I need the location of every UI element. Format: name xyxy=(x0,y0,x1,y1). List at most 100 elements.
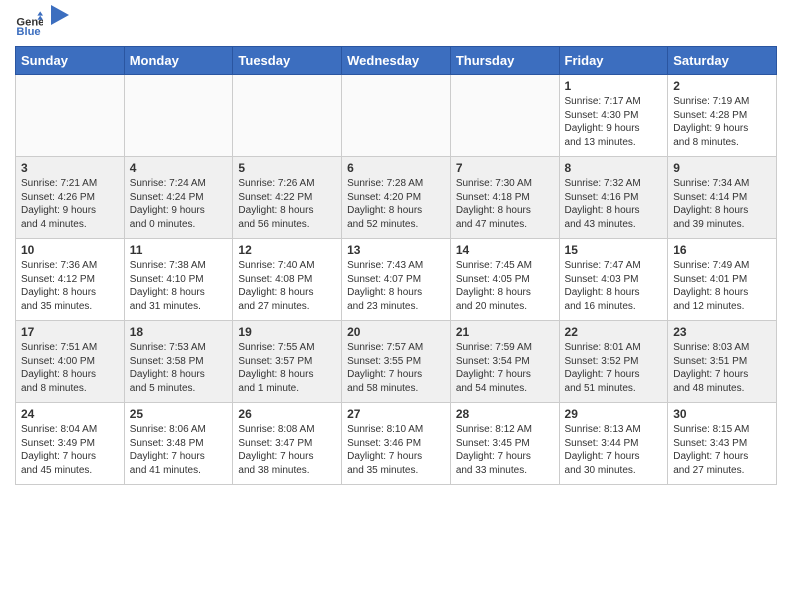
calendar-cell: 17 Sunrise: 7:51 AM Sunset: 4:00 PM Dayli… xyxy=(16,321,125,403)
calendar-cell xyxy=(233,75,342,157)
day-number: 8 xyxy=(565,161,663,175)
calendar-cell: 18 Sunrise: 7:53 AM Sunset: 3:58 PM Dayli… xyxy=(124,321,233,403)
calendar-cell xyxy=(450,75,559,157)
day-number: 17 xyxy=(21,325,119,339)
day-info: Sunrise: 8:12 AM Sunset: 3:45 PM Dayligh… xyxy=(456,423,554,477)
day-info: Sunrise: 7:17 AM Sunset: 4:30 PM Dayligh… xyxy=(565,95,663,149)
day-number: 21 xyxy=(456,325,554,339)
day-number: 27 xyxy=(347,407,445,421)
day-number: 25 xyxy=(130,407,228,421)
calendar-cell: 4Sunrise: 7:24 AM Sunset: 4:24 PM Daylig… xyxy=(124,157,233,239)
svg-text:Blue: Blue xyxy=(16,26,40,38)
day-number: 23 xyxy=(673,325,771,339)
day-number: 26 xyxy=(238,407,336,421)
day-number: 1 xyxy=(565,79,663,93)
calendar-cell: 1 Sunrise: 7:17 AM Sunset: 4:30 PM Daylig… xyxy=(559,75,668,157)
day-info: Sunrise: 7:40 AM Sunset: 4:08 PM Dayligh… xyxy=(238,259,336,313)
calendar-week-row: 1 Sunrise: 7:17 AM Sunset: 4:30 PM Daylig… xyxy=(16,75,777,157)
weekday-header-wednesday: Wednesday xyxy=(342,47,451,75)
calendar-week-row: 3Sunrise: 7:21 AM Sunset: 4:26 PM Daylig… xyxy=(16,157,777,239)
calendar-table: SundayMondayTuesdayWednesdayThursdayFrid… xyxy=(15,46,777,485)
day-number: 15 xyxy=(565,243,663,257)
day-info: Sunrise: 8:03 AM Sunset: 3:51 PM Dayligh… xyxy=(673,341,771,395)
calendar-cell: 29 Sunrise: 8:13 AM Sunset: 3:44 PM Dayli… xyxy=(559,403,668,485)
calendar-cell: 27 Sunrise: 8:10 AM Sunset: 3:46 PM Dayli… xyxy=(342,403,451,485)
calendar-cell: 2 Sunrise: 7:19 AM Sunset: 4:28 PM Daylig… xyxy=(668,75,777,157)
calendar-cell: 13Sunrise: 7:43 AM Sunset: 4:07 PM Dayli… xyxy=(342,239,451,321)
day-info: Sunrise: 7:28 AM Sunset: 4:20 PM Dayligh… xyxy=(347,177,445,231)
calendar-cell xyxy=(342,75,451,157)
day-info: Sunrise: 7:30 AM Sunset: 4:18 PM Dayligh… xyxy=(456,177,554,231)
day-number: 30 xyxy=(673,407,771,421)
logo: General Blue xyxy=(15,10,69,38)
day-info: Sunrise: 7:34 AM Sunset: 4:14 PM Dayligh… xyxy=(673,177,771,231)
day-info: Sunrise: 8:01 AM Sunset: 3:52 PM Dayligh… xyxy=(565,341,663,395)
day-number: 2 xyxy=(673,79,771,93)
day-info: Sunrise: 7:55 AM Sunset: 3:57 PM Dayligh… xyxy=(238,341,336,395)
weekday-header-sunday: Sunday xyxy=(16,47,125,75)
day-info: Sunrise: 7:51 AM Sunset: 4:00 PM Dayligh… xyxy=(21,341,119,395)
calendar-cell: 5 Sunrise: 7:26 AM Sunset: 4:22 PM Daylig… xyxy=(233,157,342,239)
day-number: 16 xyxy=(673,243,771,257)
weekday-header-monday: Monday xyxy=(124,47,233,75)
day-number: 9 xyxy=(673,161,771,175)
day-info: Sunrise: 8:04 AM Sunset: 3:49 PM Dayligh… xyxy=(21,423,119,477)
calendar-cell: 12 Sunrise: 7:40 AM Sunset: 4:08 PM Dayli… xyxy=(233,239,342,321)
calendar-cell: 19Sunrise: 7:55 AM Sunset: 3:57 PM Dayli… xyxy=(233,321,342,403)
calendar-cell xyxy=(124,75,233,157)
page-header: General Blue xyxy=(15,10,777,38)
day-info: Sunrise: 7:45 AM Sunset: 4:05 PM Dayligh… xyxy=(456,259,554,313)
day-number: 24 xyxy=(21,407,119,421)
calendar-cell: 30Sunrise: 8:15 AM Sunset: 3:43 PM Dayli… xyxy=(668,403,777,485)
day-number: 6 xyxy=(347,161,445,175)
day-info: Sunrise: 7:57 AM Sunset: 3:55 PM Dayligh… xyxy=(347,341,445,395)
day-info: Sunrise: 8:10 AM Sunset: 3:46 PM Dayligh… xyxy=(347,423,445,477)
calendar-cell: 26 Sunrise: 8:08 AM Sunset: 3:47 PM Dayli… xyxy=(233,403,342,485)
day-info: Sunrise: 8:06 AM Sunset: 3:48 PM Dayligh… xyxy=(130,423,228,477)
day-info: Sunrise: 7:53 AM Sunset: 3:58 PM Dayligh… xyxy=(130,341,228,395)
day-number: 12 xyxy=(238,243,336,257)
calendar-cell: 15 Sunrise: 7:47 AM Sunset: 4:03 PM Dayli… xyxy=(559,239,668,321)
calendar-cell: 14 Sunrise: 7:45 AM Sunset: 4:05 PM Dayli… xyxy=(450,239,559,321)
day-info: Sunrise: 8:08 AM Sunset: 3:47 PM Dayligh… xyxy=(238,423,336,477)
day-number: 18 xyxy=(130,325,228,339)
calendar-cell: 11 Sunrise: 7:38 AM Sunset: 4:10 PM Dayli… xyxy=(124,239,233,321)
calendar-cell: 16 Sunrise: 7:49 AM Sunset: 4:01 PM Dayli… xyxy=(668,239,777,321)
day-info: Sunrise: 7:49 AM Sunset: 4:01 PM Dayligh… xyxy=(673,259,771,313)
page-container: General Blue SundayMondayTuesdayWednesda… xyxy=(0,0,792,495)
calendar-cell: 3Sunrise: 7:21 AM Sunset: 4:26 PM Daylig… xyxy=(16,157,125,239)
day-number: 14 xyxy=(456,243,554,257)
day-number: 22 xyxy=(565,325,663,339)
day-info: Sunrise: 7:38 AM Sunset: 4:10 PM Dayligh… xyxy=(130,259,228,313)
day-info: Sunrise: 7:43 AM Sunset: 4:07 PM Dayligh… xyxy=(347,259,445,313)
day-info: Sunrise: 7:59 AM Sunset: 3:54 PM Dayligh… xyxy=(456,341,554,395)
calendar-cell: 22 Sunrise: 8:01 AM Sunset: 3:52 PM Dayli… xyxy=(559,321,668,403)
logo-icon: General Blue xyxy=(15,10,43,38)
calendar-cell: 9 Sunrise: 7:34 AM Sunset: 4:14 PM Daylig… xyxy=(668,157,777,239)
calendar-cell: 7 Sunrise: 7:30 AM Sunset: 4:18 PM Daylig… xyxy=(450,157,559,239)
weekday-header-row: SundayMondayTuesdayWednesdayThursdayFrid… xyxy=(16,47,777,75)
weekday-header-thursday: Thursday xyxy=(450,47,559,75)
day-info: Sunrise: 7:21 AM Sunset: 4:26 PM Dayligh… xyxy=(21,177,119,231)
calendar-cell: 24 Sunrise: 8:04 AM Sunset: 3:49 PM Dayli… xyxy=(16,403,125,485)
calendar-cell: 10Sunrise: 7:36 AM Sunset: 4:12 PM Dayli… xyxy=(16,239,125,321)
day-info: Sunrise: 7:26 AM Sunset: 4:22 PM Dayligh… xyxy=(238,177,336,231)
day-info: Sunrise: 7:47 AM Sunset: 4:03 PM Dayligh… xyxy=(565,259,663,313)
weekday-header-saturday: Saturday xyxy=(668,47,777,75)
day-info: Sunrise: 7:32 AM Sunset: 4:16 PM Dayligh… xyxy=(565,177,663,231)
day-info: Sunrise: 8:13 AM Sunset: 3:44 PM Dayligh… xyxy=(565,423,663,477)
weekday-header-tuesday: Tuesday xyxy=(233,47,342,75)
day-number: 28 xyxy=(456,407,554,421)
day-info: Sunrise: 7:24 AM Sunset: 4:24 PM Dayligh… xyxy=(130,177,228,231)
calendar-week-row: 17 Sunrise: 7:51 AM Sunset: 4:00 PM Dayli… xyxy=(16,321,777,403)
calendar-cell: 28 Sunrise: 8:12 AM Sunset: 3:45 PM Dayli… xyxy=(450,403,559,485)
day-info: Sunrise: 7:19 AM Sunset: 4:28 PM Dayligh… xyxy=(673,95,771,149)
calendar-cell: 23 Sunrise: 8:03 AM Sunset: 3:51 PM Dayli… xyxy=(668,321,777,403)
day-info: Sunrise: 7:36 AM Sunset: 4:12 PM Dayligh… xyxy=(21,259,119,313)
day-number: 5 xyxy=(238,161,336,175)
day-number: 11 xyxy=(130,243,228,257)
day-number: 29 xyxy=(565,407,663,421)
calendar-cell: 8 Sunrise: 7:32 AM Sunset: 4:16 PM Daylig… xyxy=(559,157,668,239)
calendar-week-row: 10Sunrise: 7:36 AM Sunset: 4:12 PM Dayli… xyxy=(16,239,777,321)
day-number: 7 xyxy=(456,161,554,175)
